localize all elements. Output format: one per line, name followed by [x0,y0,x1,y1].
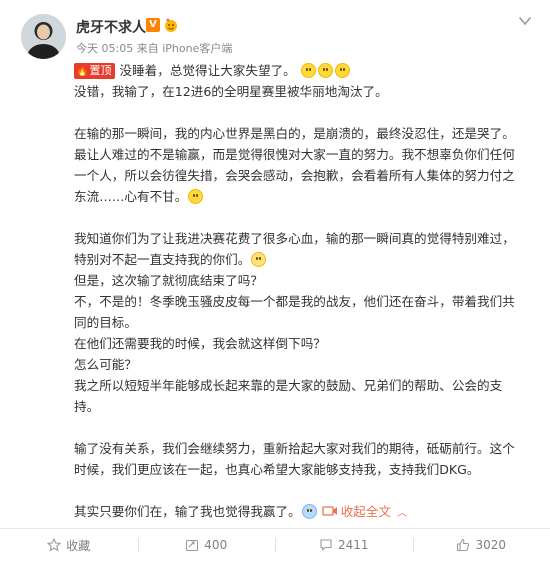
post-line: 其实只要你们在，输了我也觉得我赢了。 收起全文 ︿ [74,501,534,524]
post-line: 最让人难过的不是输赢，而是觉得很愧对大家一直的努力。我不想辜负你们任何 [74,147,515,162]
collapse-full-text-link[interactable]: 收起全文 ︿ [322,504,407,519]
comment-button[interactable]: 2411 [275,529,413,561]
post-line: 一个人，所以会彷徨失措，会哭会感动，会抱歉，会看着所有人集体的努力付之 [74,168,515,183]
weibo-post-card: 虎牙不求人 V 今天 05:05 来自 iPhone客户端 🔥置顶 没睡着，总觉得… [0,0,550,561]
verified-badge-icon: V [146,18,160,32]
post-line: 在输的那一瞬间，我的内心世界是黑白的，是崩溃的，最终没忍住，还是哭了。 [74,126,515,141]
post-line: 持。 [74,399,100,414]
post-line: 输了没有关系，我们会继续努力，重新拾起大家对我们的期待，砥砺前行。这个 [74,441,515,456]
post-line: 我知道你们为了让我进决赛花费了很多心血，输的那一瞬间真的觉得特别难过， [74,231,515,246]
post-text: 其实只要你们在，输了我也觉得我赢了。 [74,504,301,519]
star-icon [47,538,62,552]
post-content: 🔥置顶 没睡着，总觉得让大家失望了。 没错，我输了，在12进6的全明星赛里被华丽地… [74,60,534,524]
favorite-label: 收藏 [66,538,91,553]
post-text: 特别对不起一直支持我的你们。 [74,252,251,267]
sad-emoji-icon [188,189,204,204]
thumbs-up-icon [457,538,470,552]
post-line: 我之所以短短半年能够成长起来靠的是大家的鼓励、兄弟们的帮助、公会的支 [74,378,503,393]
worried-emoji-icon [300,63,316,78]
post-line: 不，不是的！冬季晚玉骚皮皮每一个都是我的战友，他们还在奋斗，带着我们共 [74,294,515,309]
pinned-tag-label: 置顶 [89,64,112,77]
post-line: 🔥置顶 没睡着，总觉得让大家失望了。 [74,60,534,81]
post-line: 但是，这次输了就彻底结束了吗？ [74,273,263,288]
member-level-icon [165,18,177,32]
chevron-up-icon: ︿ [397,508,408,519]
comment-count: 2411 [337,538,369,552]
pinned-tag: 🔥置顶 [74,63,116,79]
post-line: 同的目标。 [74,315,137,330]
post-line: 在他们还需要我的时候，我会就这样倒下吗？ [74,336,326,351]
repost-button[interactable]: 400 [137,529,276,561]
post-line: 特别对不起一直支持我的你们。 [74,249,534,270]
post-text: 东流……心有不甘。 [74,189,188,204]
post-line: 怎么可能？ [74,357,137,372]
post-meta: 今天 05:05 来自 iPhone客户端 [76,42,233,55]
post-line: 没错，我输了，在12进6的全明星赛里被华丽地淘汰了。 [74,84,388,99]
favorite-button[interactable]: 收藏 [0,529,138,561]
post-line: 东流……心有不甘。 [74,186,534,207]
crying-emoji-icon [251,252,267,267]
like-count: 3020 [475,538,507,552]
collapse-label: 收起全文 [340,504,392,519]
worried-emoji-icon [334,63,350,78]
post-text: 没睡着，总觉得让大家失望了。 [119,63,296,78]
username[interactable]: 虎牙不求人 [76,17,146,37]
like-button[interactable]: 3020 [412,529,550,561]
worried-emoji-icon [317,63,333,78]
repost-count: 400 [204,538,228,552]
link-icon [322,506,337,516]
chevron-down-icon[interactable] [518,14,532,28]
avatar[interactable] [21,14,66,59]
comment-icon [320,539,332,551]
flame-icon: 🔥 [76,66,89,77]
action-bar: 收藏 400 2411 3020 [0,529,550,561]
shy-emoji-icon [301,504,317,519]
post-line: 时候，我们更应该在一起，也真心希望大家能够支持我，支持我们DKG。 [74,462,480,477]
repost-icon [186,539,199,552]
